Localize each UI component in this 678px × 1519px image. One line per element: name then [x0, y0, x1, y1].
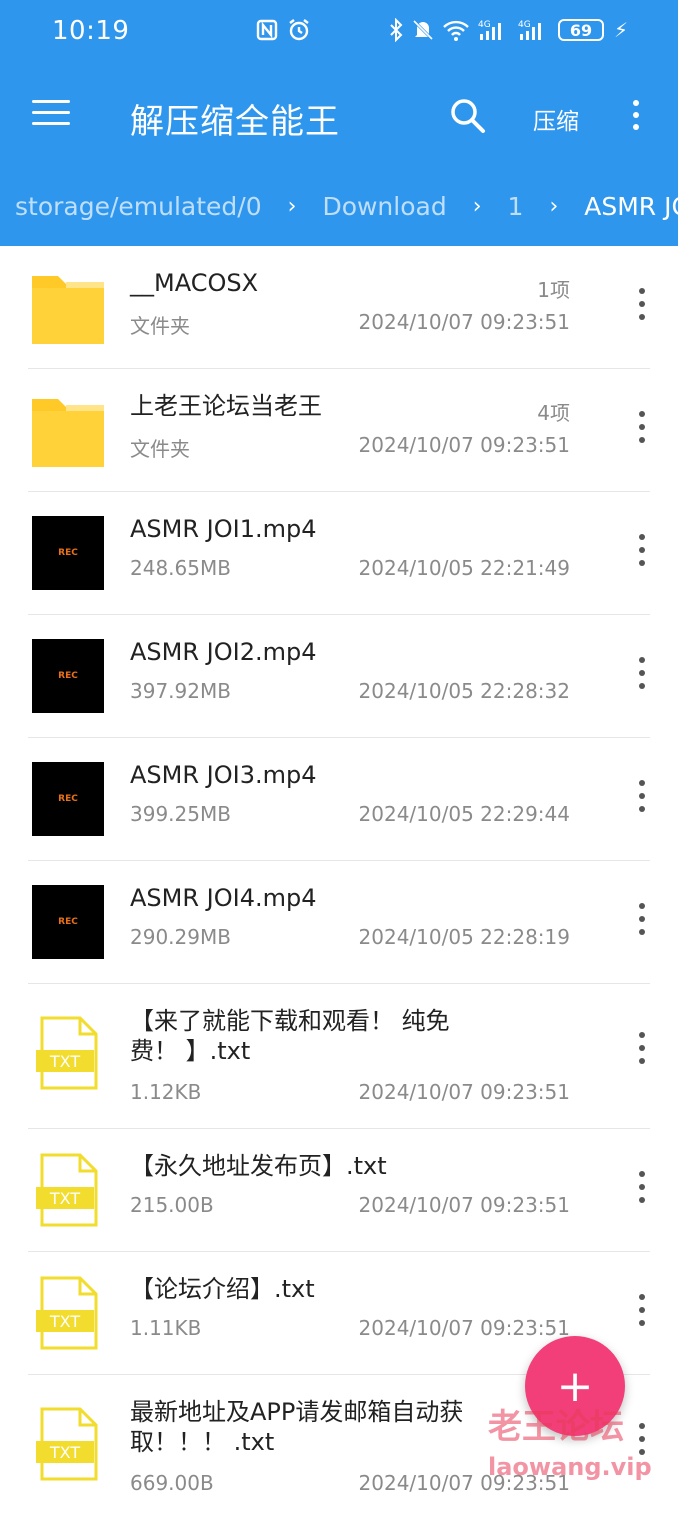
file-size: 399.25MB — [130, 802, 231, 826]
file-name: 上老王论坛当老王 — [130, 392, 322, 420]
item-count: 1项 — [537, 278, 570, 302]
file-size: 669.00B — [130, 1471, 214, 1495]
watermark-text: 老王论坛 — [488, 1407, 624, 1447]
more-vert-icon[interactable] — [626, 100, 646, 140]
breadcrumb-item[interactable]: 1 — [508, 192, 524, 221]
video-thumbnail: REC — [32, 762, 104, 836]
app-title: 解压缩全能王 — [130, 102, 340, 142]
file-date: 2024/10/07 09:23:51 — [358, 1193, 570, 1217]
battery-icon: 69 — [557, 19, 604, 41]
video-thumbnail: REC — [32, 639, 104, 713]
file-size: 397.92MB — [130, 679, 231, 703]
more-vert-icon[interactable] — [634, 1032, 650, 1072]
svg-text:TXT: TXT — [49, 1312, 80, 1331]
status-bar: 10:19 4G 4G 69 ⚡ — [0, 0, 678, 66]
txt-file-icon: TXT — [32, 1407, 104, 1481]
file-name: 最新地址及APP请发邮箱自动获取！！！ .txt — [130, 1398, 464, 1456]
txt-file-icon: TXT — [32, 1153, 104, 1227]
file-name: __MACOSX — [130, 269, 259, 297]
file-date: 2024/10/05 22:21:49 — [358, 556, 570, 580]
list-item[interactable]: __MACOSX 文件夹 1项 2024/10/07 09:23:51 — [28, 246, 650, 369]
svg-text:TXT: TXT — [49, 1443, 80, 1462]
wifi-icon — [442, 18, 470, 42]
charging-icon: ⚡ — [613, 18, 628, 42]
file-type: 文件夹 — [130, 314, 190, 338]
chevron-right-icon: › — [287, 194, 297, 219]
file-name: ASMR JOI2.mp4 — [130, 638, 317, 666]
alarm-icon — [287, 18, 311, 42]
list-item[interactable]: REC ASMR JOI1.mp4 248.65MB 2024/10/05 22… — [28, 492, 650, 615]
list-item[interactable]: 上老王论坛当老王 文件夹 4项 2024/10/07 09:23:51 — [28, 369, 650, 492]
list-item[interactable]: REC ASMR JOI4.mp4 290.29MB 2024/10/05 22… — [28, 861, 650, 984]
file-size: 215.00B — [130, 1193, 214, 1217]
file-date: 2024/10/07 09:23:51 — [358, 433, 570, 457]
file-date: 2024/10/07 09:23:51 — [358, 310, 570, 334]
file-name: 【来了就能下载和观看！ 纯免费！ 】.txt — [130, 1007, 450, 1065]
video-thumbnail: REC — [32, 885, 104, 959]
file-name: ASMR JOI3.mp4 — [130, 761, 317, 789]
file-name: 【论坛介绍】.txt — [130, 1275, 315, 1303]
txt-file-icon: TXT — [32, 1016, 104, 1090]
file-date: 2024/10/05 22:29:44 — [358, 802, 570, 826]
mute-icon — [412, 18, 434, 42]
battery-level: 69 — [569, 20, 593, 40]
chevron-right-icon: › — [472, 194, 482, 219]
file-name: ASMR JOI1.mp4 — [130, 515, 317, 543]
txt-file-icon: TXT — [32, 1276, 104, 1350]
file-type: 文件夹 — [130, 437, 190, 461]
more-vert-icon[interactable] — [634, 657, 650, 697]
svg-text:4G: 4G — [518, 20, 531, 30]
app-bar: 解压缩全能王 压缩 — [0, 66, 678, 166]
nfc-icon — [255, 18, 279, 42]
4g-signal-icon: 4G — [478, 18, 510, 42]
more-vert-icon[interactable] — [634, 1294, 650, 1334]
more-vert-icon[interactable] — [634, 903, 650, 943]
watermark-url: laowang.vip — [488, 1453, 652, 1481]
breadcrumb: storage/emulated/0 › Download › 1 › ASMR… — [0, 166, 678, 246]
file-list: __MACOSX 文件夹 1项 2024/10/07 09:23:51 上老王论… — [0, 246, 678, 1519]
file-date: 2024/10/07 09:23:51 — [358, 1080, 570, 1104]
menu-icon[interactable] — [32, 100, 70, 130]
4g-signal-icon: 4G — [518, 18, 550, 42]
file-date: 2024/10/07 09:23:51 — [358, 1316, 570, 1340]
breadcrumb-item[interactable]: storage/emulated/0 — [15, 192, 262, 221]
svg-text:4G: 4G — [478, 20, 491, 30]
more-vert-icon[interactable] — [634, 411, 650, 451]
file-size: 1.12KB — [130, 1080, 202, 1104]
folder-icon — [32, 393, 104, 467]
file-date: 2024/10/05 22:28:32 — [358, 679, 570, 703]
more-vert-icon[interactable] — [634, 1171, 650, 1211]
more-vert-icon[interactable] — [634, 288, 650, 328]
file-size: 290.29MB — [130, 925, 231, 949]
more-vert-icon[interactable] — [634, 534, 650, 574]
list-item[interactable]: TXT 【永久地址发布页】.txt 215.00B 2024/10/07 09:… — [28, 1129, 650, 1252]
file-size: 248.65MB — [130, 556, 231, 580]
breadcrumb-item[interactable]: Download — [322, 192, 446, 221]
compress-button[interactable]: 压缩 — [533, 102, 579, 136]
video-thumbnail: REC — [32, 516, 104, 590]
svg-text:TXT: TXT — [49, 1052, 80, 1071]
more-vert-icon[interactable] — [634, 780, 650, 820]
file-name: ASMR JOI4.mp4 — [130, 884, 317, 912]
list-item[interactable]: REC ASMR JOI3.mp4 399.25MB 2024/10/05 22… — [28, 738, 650, 861]
file-name: 【永久地址发布页】.txt — [130, 1152, 387, 1180]
item-count: 4项 — [537, 401, 570, 425]
folder-icon — [32, 270, 104, 344]
watermark: 老王论坛 laowang.vip — [488, 1410, 652, 1484]
bluetooth-icon — [388, 18, 404, 42]
list-item[interactable]: REC ASMR JOI2.mp4 397.92MB 2024/10/05 22… — [28, 615, 650, 738]
chevron-right-icon: › — [549, 194, 559, 219]
status-time: 10:19 — [52, 16, 130, 46]
breadcrumb-item-current[interactable]: ASMR JOL — [584, 192, 678, 221]
file-size: 1.11KB — [130, 1316, 202, 1340]
search-icon[interactable] — [448, 96, 488, 136]
list-item[interactable]: TXT 【来了就能下载和观看！ 纯免费！ 】.txt 1.12KB 2024/1… — [28, 984, 650, 1129]
file-date: 2024/10/05 22:28:19 — [358, 925, 570, 949]
svg-text:TXT: TXT — [49, 1189, 80, 1208]
